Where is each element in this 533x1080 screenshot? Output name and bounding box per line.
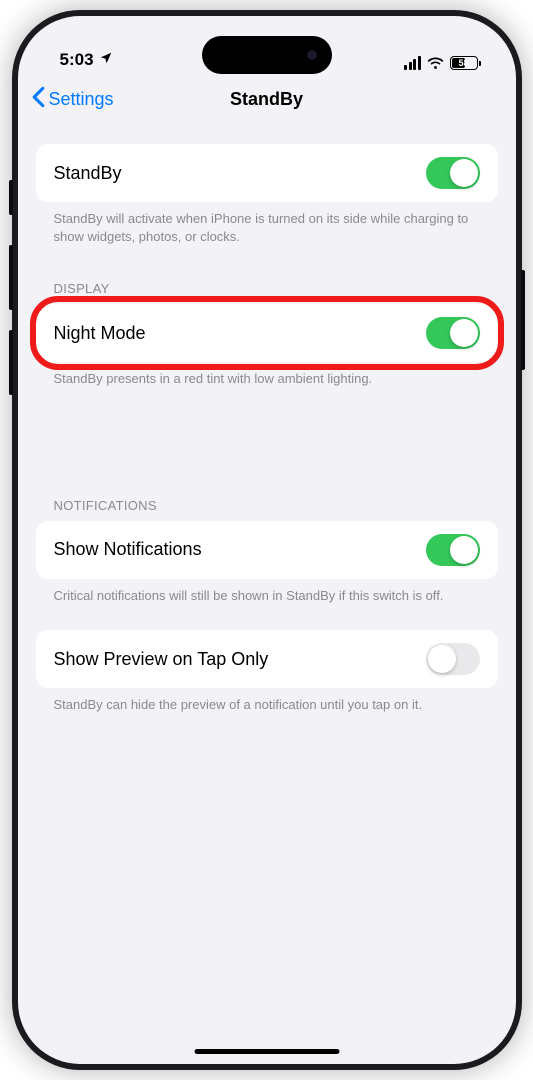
cell-show-notifications[interactable]: Show Notifications [36,521,498,579]
home-indicator[interactable] [194,1049,339,1054]
standby-footer: StandBy will activate when iPhone is tur… [36,202,498,245]
battery-percent: 58 [458,58,468,68]
chevron-left-icon [32,86,45,113]
volume-down-button [9,330,13,395]
display-footer: StandBy presents in a red tint with low … [36,362,498,388]
toggle-knob [450,159,478,187]
wifi-icon [427,57,444,70]
power-button [521,270,525,370]
cell-standby[interactable]: StandBy [36,144,498,202]
cell-night-mode[interactable]: Night Mode [36,304,498,362]
toggle-knob [428,645,456,673]
standby-label: StandBy [54,163,122,184]
status-time: 5:03 [60,50,94,70]
toggle-knob [450,536,478,564]
status-right: 58 [404,56,481,70]
show-preview-footer: StandBy can hide the preview of a notifi… [36,688,498,714]
section-preview: Show Preview on Tap Only StandBy can hid… [36,630,498,714]
status-left: 5:03 [60,50,113,70]
standby-toggle[interactable] [426,157,480,189]
night-mode-toggle[interactable] [426,317,480,349]
show-notifications-toggle[interactable] [426,534,480,566]
display-header: DISPLAY [36,281,498,304]
night-mode-label: Night Mode [54,323,146,344]
silent-switch [9,180,13,215]
show-notifications-footer: Critical notifications will still be sho… [36,579,498,605]
screen: 5:03 58 [18,16,516,1064]
camera-dot [307,50,317,60]
back-button[interactable]: Settings [32,86,114,113]
toggle-knob [450,319,478,347]
cell-show-preview[interactable]: Show Preview on Tap Only [36,630,498,688]
show-preview-toggle[interactable] [426,643,480,675]
content: StandBy StandBy will activate when iPhon… [18,144,516,714]
nav-title: StandBy [230,89,303,110]
battery-icon: 58 [450,56,481,70]
nav-bar: Settings StandBy [18,74,516,124]
section-notifications: NOTIFICATIONS Show Notifications Critica… [36,498,498,605]
notifications-header: NOTIFICATIONS [36,498,498,521]
show-notifications-label: Show Notifications [54,539,202,560]
phone-frame: 5:03 58 [12,10,522,1070]
location-icon [99,51,113,69]
back-label: Settings [49,89,114,110]
dynamic-island [202,36,332,74]
show-preview-label: Show Preview on Tap Only [54,649,269,670]
section-standby: StandBy StandBy will activate when iPhon… [36,144,498,245]
volume-up-button [9,245,13,310]
night-mode-wrap: Night Mode [36,304,498,362]
cellular-signal-icon [404,56,421,70]
section-display: DISPLAY Night Mode StandBy presents in a… [36,281,498,388]
